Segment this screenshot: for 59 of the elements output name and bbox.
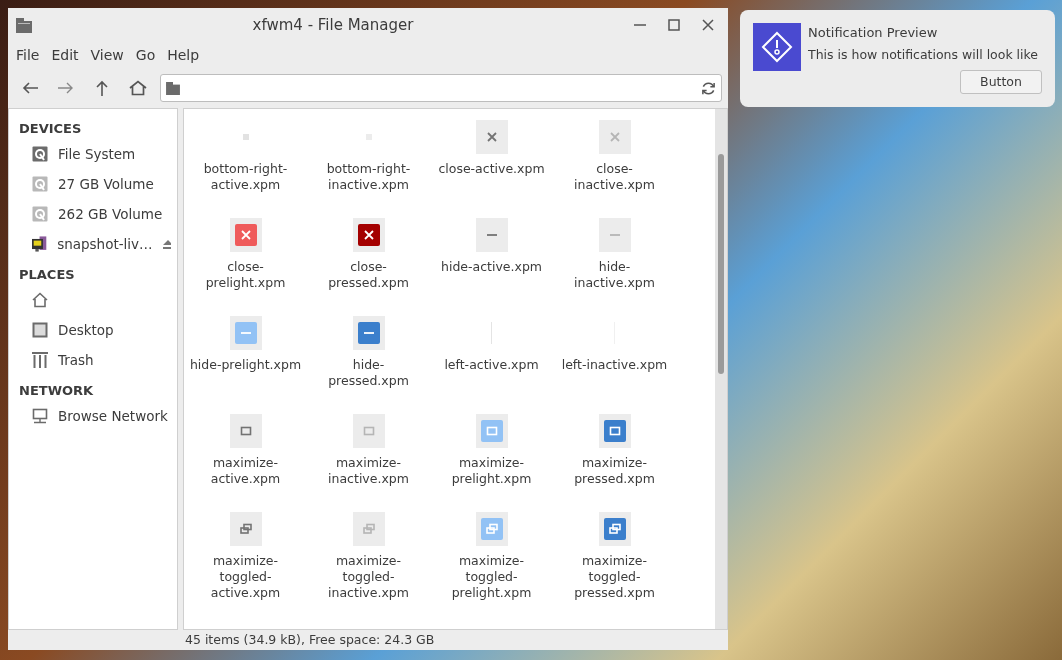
sidebar-item[interactable]: Trash (9, 345, 177, 375)
sidebar-item[interactable]: snapshot-liv… (9, 229, 177, 259)
sidebar-item[interactable]: Desktop (9, 315, 177, 345)
menu-item[interactable]: Edit (45, 44, 85, 66)
folder-icon (166, 81, 180, 95)
section-heading: DEVICES (18, 120, 83, 138)
notification-title: Notification Preview (808, 24, 939, 42)
sidebar-item[interactable]: Browse Network (9, 401, 177, 431)
sidebar-label: 262 GB Volume (58, 204, 163, 224)
right-arrow-icon (58, 82, 74, 94)
file-name: hide-pressed.xpm (327, 357, 410, 389)
scrollbar-thumb[interactable] (718, 154, 724, 374)
menu-item[interactable]: Go (129, 44, 162, 66)
sidebar-label: Trash (58, 350, 94, 370)
file-name: left-active.xpm (443, 357, 540, 373)
file-name: maximize-pressed.xpm (573, 455, 656, 487)
status-text: 45 items (34.9 kB), Free space: 24.3 GB (185, 630, 435, 649)
path-field[interactable] (160, 74, 722, 102)
file-name: bottom-right-active.xpm (202, 161, 289, 193)
sidebar-item[interactable]: File System (9, 139, 177, 169)
eject-icon[interactable] (162, 239, 171, 249)
file-name: close-pressed.xpm (327, 259, 410, 291)
close-icon[interactable] (702, 19, 714, 31)
menu-item[interactable]: Help (161, 44, 206, 66)
file-name: maximize-inactive.xpm (327, 455, 410, 487)
file-name: maximize-toggled-pressed.xpm (573, 553, 656, 601)
sidebar-item[interactable]: 27 GB Volume (9, 169, 177, 199)
sidebar-label: File System (58, 144, 136, 164)
notification-button[interactable]: Button (960, 70, 1042, 94)
menu-item[interactable]: View (84, 44, 130, 66)
sidebar-label: Browse Network (58, 406, 168, 426)
file-name: bottom-right-inactive.xpm (325, 161, 412, 193)
sidebar-item[interactable]: 262 GB Volume (9, 199, 177, 229)
sidebar-label: Desktop (58, 320, 114, 340)
file-name: close-prelight.xpm (204, 259, 287, 291)
section-heading: PLACES (18, 266, 76, 284)
file-name: maximize-toggled-inactive.xpm (327, 553, 410, 601)
file-name: hide-prelight.xpm (189, 357, 302, 373)
file-name: maximize-toggled-active.xpm (209, 553, 282, 601)
up-arrow-icon (96, 80, 108, 96)
folder-icon (16, 17, 32, 33)
left-arrow-icon (22, 82, 38, 94)
file-name: close-active.xpm (437, 161, 546, 177)
file-name: hide-active.xpm (440, 259, 543, 275)
notification-body: This is how notifications will look like (808, 45, 1040, 64)
file-name: maximize-toggled-prelight.xpm (450, 553, 533, 601)
file-name: close-inactive.xpm (573, 161, 656, 193)
sidebar-label: snapshot-liv… (57, 234, 153, 254)
file-name: maximize-active.xpm (209, 455, 282, 487)
refresh-icon[interactable] (701, 80, 716, 96)
home-icon (129, 80, 147, 96)
file-name: maximize-prelight.xpm (450, 455, 533, 487)
menu-item[interactable]: File (10, 44, 46, 66)
window-title: xfwm4 - File Manager (252, 14, 414, 36)
file-name: left-inactive.xpm (560, 357, 669, 373)
maximize-icon[interactable] (668, 19, 680, 31)
file-name: hide-inactive.xpm (573, 259, 656, 291)
section-heading: NETWORK (18, 382, 95, 400)
sidebar-label: 27 GB Volume (58, 174, 154, 194)
